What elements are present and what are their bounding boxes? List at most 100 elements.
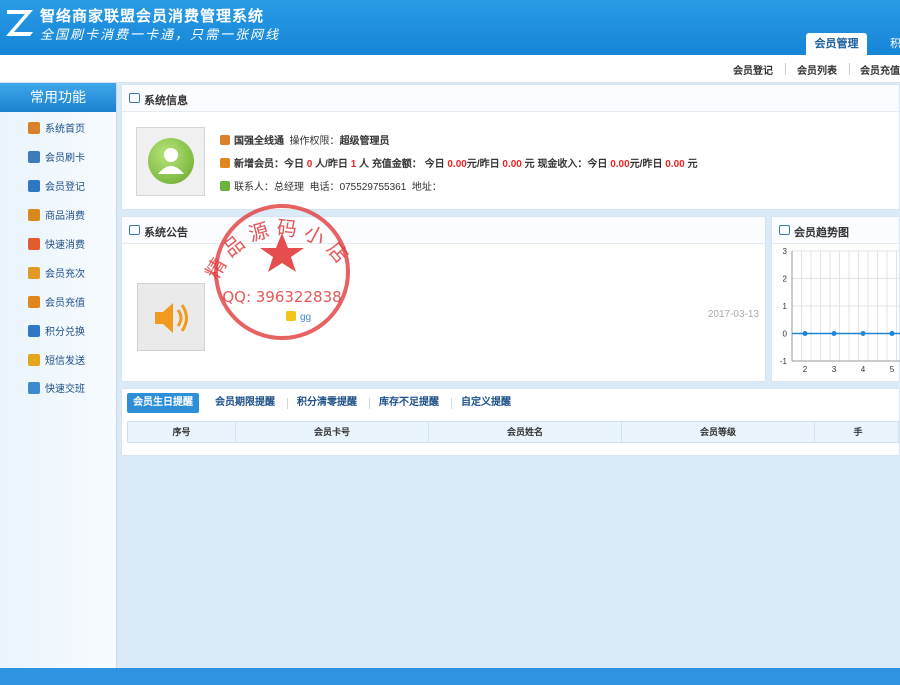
avatar [136, 127, 205, 196]
tab-birthday-reminder[interactable]: 会员生日提醒 [127, 393, 199, 413]
stats-icon [220, 158, 230, 168]
trend-panel: 会员趋势图 3 2 1 0 -1 2 3 4 5 [771, 216, 900, 382]
tab-member-management[interactable]: 会员管理 [806, 33, 867, 55]
chart-y-tick-label: 2 [783, 275, 788, 284]
subnav-member-recharge[interactable]: 会员充值 [860, 62, 900, 77]
sidebar-item-handover[interactable]: 快速交班 [28, 381, 85, 399]
notice-item-icon [286, 311, 296, 321]
tab-points[interactable]: 积 [882, 33, 900, 55]
notice-item[interactable]: gg [286, 311, 311, 323]
cash-today-value: 0.00 [610, 159, 630, 170]
chart-icon [779, 225, 790, 235]
phone-label: 电话： [309, 182, 340, 193]
sidebar-title: 常用功能 [0, 83, 116, 112]
recharge-yesterday-value: 0.00 [502, 159, 522, 170]
sidebar-item-label: 会员刷卡 [45, 153, 85, 164]
sidebar-item-label: 会员充次 [45, 269, 85, 280]
home-icon [28, 122, 40, 134]
panel-header: 会员趋势图 [772, 217, 899, 244]
tab-expiry-reminder[interactable]: 会员期限提醒 [215, 393, 275, 413]
info-icon [129, 93, 140, 103]
tab-points-clear-reminder[interactable]: 积分清零提醒 [297, 393, 357, 413]
new-unit: 人 [359, 159, 370, 170]
recharge-today-value: 0.00 [447, 159, 467, 170]
column-header-index[interactable]: 序号 [128, 422, 236, 443]
column-header-phone[interactable]: 手 [815, 422, 900, 443]
sidebar-item-label: 系统首页 [45, 124, 85, 135]
chart-x-tick-label: 4 [861, 365, 866, 374]
recharge-label: 充值金额： 今日 [371, 159, 445, 170]
member-trend-chart: 3 2 1 0 -1 2 3 4 5 [780, 247, 900, 374]
perm-value: 超级管理员 [339, 136, 390, 147]
tab-divider [369, 398, 370, 409]
chart-data-point [860, 331, 866, 336]
subnav-divider [785, 63, 786, 75]
new-mid-label: 人/昨日 [315, 159, 348, 170]
sidebar-item-label: 短信发送 [45, 356, 85, 367]
notice-date: 2017-03-13 [707, 309, 759, 320]
sidebar-item-register[interactable]: 会员登记 [28, 179, 85, 197]
sidebar-item-label: 会员登记 [45, 182, 85, 193]
sidebar-item-label: 积分兑换 [45, 327, 85, 338]
app-header: 智络商家联盟会员消费管理系统 全国刷卡消费一卡通，只需一张网线 会员管理 积 [0, 0, 900, 55]
notice-panel: 系统公告 gg 2017-03-13 [121, 216, 766, 382]
chart-data-point [802, 331, 808, 336]
info-line-stats: 新增会员：今日 0 人/昨日 1 人 充值金额： 今日 0.00元/昨日 0.0… [220, 155, 698, 170]
notice-item-title: gg [300, 312, 312, 323]
points-icon [28, 325, 40, 337]
sidebar-item-recharge[interactable]: 会员充值 [28, 295, 85, 313]
panel-header: 系统信息 [122, 85, 899, 112]
recharge-unit: 元 [524, 159, 535, 170]
handover-icon [28, 382, 40, 394]
sidebar-item-swipe-card[interactable]: 会员刷卡 [28, 150, 85, 168]
info-line-shop: 国强全线通 操作权限：超级管理员 [220, 132, 390, 147]
tab-divider [287, 398, 288, 409]
panel-header: 系统公告 [122, 217, 765, 244]
chart-x-tick-label: 5 [890, 365, 895, 374]
sidebar-item-sms[interactable]: 短信发送 [28, 353, 85, 371]
chart-data-point [831, 331, 837, 336]
reminder-tabs: 会员生日提醒 会员期限提醒 积分清零提醒 库存不足提醒 自定义提醒 [122, 389, 899, 415]
footer-bar [0, 668, 900, 685]
sidebar-item-label: 快速交班 [45, 384, 85, 395]
info-line-contact: 联系人：总经理 电话：075529755361 地址： [220, 178, 442, 193]
sidebar-item-recharge-times[interactable]: 会员充次 [28, 266, 85, 284]
notice-icon [129, 225, 140, 235]
subnav-member-register[interactable]: 会员登记 [733, 62, 773, 77]
chart-y-tick-label: 0 [783, 330, 788, 339]
chart-y-tick-label: 1 [783, 302, 788, 311]
cash-unit: 元 [687, 159, 698, 170]
user-add-icon [28, 180, 40, 192]
panel-title: 会员趋势图 [794, 227, 849, 239]
sidebar-item-label: 会员充值 [45, 298, 85, 309]
subnav-divider [849, 63, 850, 75]
fast-pay-icon [28, 238, 40, 250]
chart-y-tick-label: -1 [780, 357, 788, 366]
cash-mid-label: 元/昨日 [629, 159, 663, 170]
app-slogan: 全国刷卡消费一卡通，只需一张网线 [40, 28, 281, 43]
tab-custom-reminder[interactable]: 自定义提醒 [461, 393, 511, 413]
sidebar-item-fast-consume[interactable]: 快速消费 [28, 237, 85, 255]
new-today-value: 0 [306, 159, 313, 170]
chart-x-tick-label: 3 [832, 365, 837, 374]
cash-label: 现金收入：今日 [537, 159, 608, 170]
sidebar-item-home[interactable]: 系统首页 [28, 121, 85, 139]
home-icon [220, 135, 230, 145]
system-info-panel: 系统信息 国强全线通 操作权限：超级管理员 新增会员：今日 0 人/昨日 1 人… [121, 84, 900, 210]
column-header-card-no[interactable]: 会员卡号 [236, 422, 429, 443]
sidebar-item-points[interactable]: 积分兑换 [28, 324, 85, 342]
recharge-icon [28, 296, 40, 308]
sidebar-item-goods-consume[interactable]: 商品消费 [28, 208, 85, 226]
column-header-level[interactable]: 会员等级 [622, 422, 815, 443]
sub-navigation: 会员登记 会员列表 会员充值 [0, 55, 900, 83]
recharge-mid-label: 元/昨日 [466, 159, 500, 170]
phone-value: 075529755361 [339, 182, 407, 193]
cash-yesterday-value: 0.00 [665, 159, 685, 170]
column-header-name[interactable]: 会员姓名 [429, 422, 622, 443]
perm-label: 操作权限： [289, 136, 340, 147]
speaker-icon [137, 283, 205, 351]
tab-stock-reminder[interactable]: 库存不足提醒 [379, 393, 439, 413]
contact-icon [220, 181, 230, 191]
subnav-member-list[interactable]: 会员列表 [797, 62, 837, 77]
sidebar-item-label: 快速消费 [45, 240, 85, 251]
